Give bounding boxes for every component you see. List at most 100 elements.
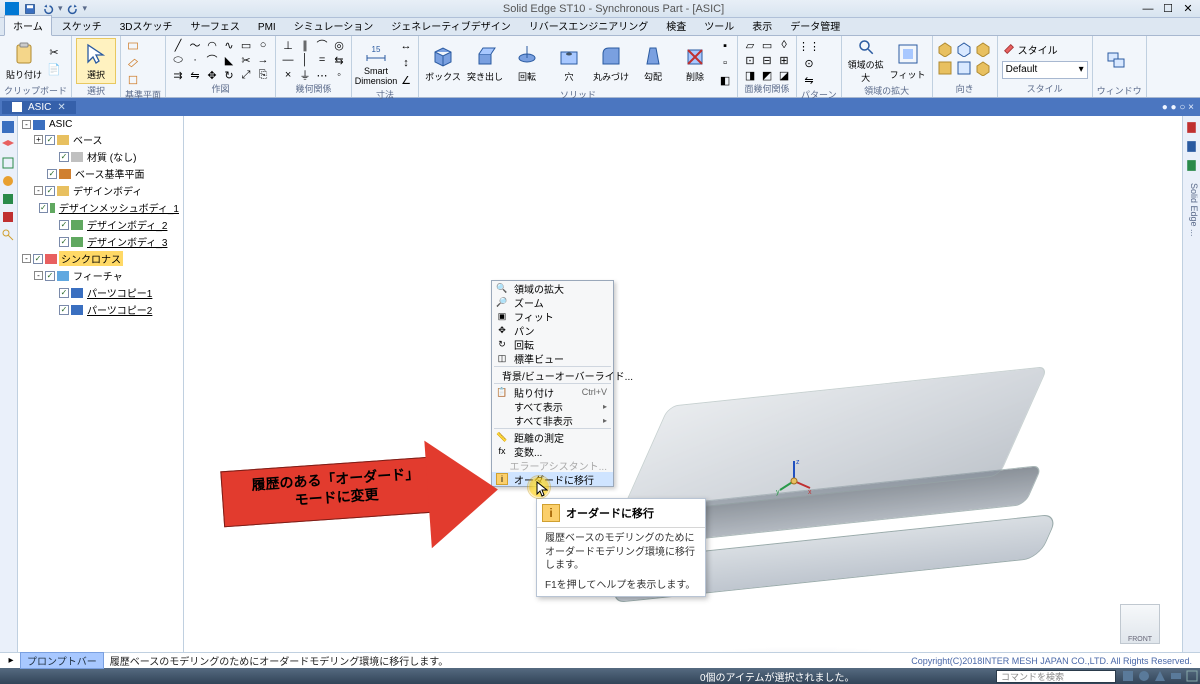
- tree-node[interactable]: -✓シンクロナス: [20, 250, 181, 267]
- circle-icon[interactable]: ○: [255, 38, 271, 52]
- coinc-icon[interactable]: ×: [280, 68, 296, 82]
- sb-icon2[interactable]: [1137, 669, 1151, 683]
- menu-item[interactable]: すべて表示▸: [492, 399, 613, 413]
- copy-icon[interactable]: 📄: [46, 62, 62, 78]
- menu-item[interactable]: ↻回転: [492, 337, 613, 351]
- tree-node[interactable]: ✓パーツコピー2: [20, 301, 181, 318]
- menu-item[interactable]: 📋貼り付けCtrl+V: [492, 385, 613, 399]
- plane2-icon[interactable]: [125, 55, 141, 71]
- tab-data[interactable]: データ管理: [782, 16, 848, 35]
- para-icon[interactable]: ∥: [297, 38, 313, 52]
- tree-node[interactable]: -✓デザインボディ: [20, 182, 181, 199]
- checkbox[interactable]: ✓: [45, 135, 55, 145]
- delete-button[interactable]: 削除: [675, 40, 715, 86]
- checkbox[interactable]: ✓: [39, 203, 48, 213]
- menu-item[interactable]: 📏距離の測定: [492, 430, 613, 444]
- extrude-button[interactable]: 突き出し: [465, 40, 505, 86]
- pat2-icon[interactable]: ⊙: [801, 55, 817, 71]
- fr5-icon[interactable]: ⊟: [759, 53, 775, 67]
- checkbox[interactable]: ✓: [59, 220, 69, 230]
- strip-opt-icon[interactable]: [1, 210, 15, 224]
- arc-icon[interactable]: ◠: [204, 38, 220, 52]
- checkbox[interactable]: ✓: [47, 169, 57, 179]
- offset-icon[interactable]: ⇉: [170, 68, 186, 82]
- or4-icon[interactable]: [937, 61, 953, 75]
- tab-home[interactable]: ホーム: [4, 15, 52, 36]
- rstrip-1-icon[interactable]: [1184, 120, 1199, 135]
- strip-sim-icon[interactable]: [1, 192, 15, 206]
- command-search[interactable]: コマンドを検索: [996, 670, 1116, 683]
- plane3-icon[interactable]: [125, 72, 141, 88]
- plane1-icon[interactable]: [125, 38, 141, 54]
- dim1-icon[interactable]: ↔: [398, 38, 414, 54]
- fr3-icon[interactable]: ◊: [776, 38, 792, 52]
- viewport[interactable]: z x y 🔍領域の拡大🔎ズーム▣フィット✥パン↻回転◫標準ビュー背景/ビューオ…: [184, 116, 1182, 652]
- checkbox[interactable]: ✓: [59, 152, 69, 162]
- fr1-icon[interactable]: ▱: [742, 38, 758, 52]
- fr2-icon[interactable]: ▭: [759, 38, 775, 52]
- strip-feature-icon[interactable]: [1, 120, 15, 134]
- fillet-icon[interactable]: ⌒: [204, 53, 220, 67]
- style-combo[interactable]: Default▾: [1002, 61, 1088, 79]
- move-icon[interactable]: ✥: [204, 68, 220, 82]
- polyline-icon[interactable]: 〜: [187, 38, 203, 52]
- rotate-sk-icon[interactable]: ↻: [221, 68, 237, 82]
- solid-more3-icon[interactable]: ◧: [717, 72, 733, 88]
- strip-select-icon[interactable]: [1, 156, 15, 170]
- close-button[interactable]: ✕: [1180, 1, 1196, 17]
- tab-simulation[interactable]: シミュレーション: [286, 16, 382, 35]
- fr4-icon[interactable]: ⊡: [742, 53, 758, 67]
- tab-tools[interactable]: ツール: [696, 16, 742, 35]
- paste-button[interactable]: 貼り付け: [4, 38, 44, 84]
- menu-item[interactable]: fx変数...: [492, 444, 613, 458]
- tree-node[interactable]: ✓デザインメッシュボディ_1: [20, 199, 181, 216]
- chamfer-icon[interactable]: ◣: [221, 53, 237, 67]
- menu-item[interactable]: 🔍領域の拡大: [492, 281, 613, 295]
- checkbox[interactable]: ✓: [45, 186, 55, 196]
- fix-icon[interactable]: ⏚: [297, 68, 313, 82]
- tab-surface[interactable]: サーフェス: [183, 16, 248, 35]
- sb-icon4[interactable]: [1169, 669, 1183, 683]
- ellipse-icon[interactable]: ⬭: [170, 53, 186, 67]
- strip-layers-icon[interactable]: [1, 138, 15, 152]
- strip-sensor-icon[interactable]: [1, 174, 15, 188]
- smart-dimension-button[interactable]: 15 Smart Dimension: [356, 40, 396, 86]
- dim3-icon[interactable]: ∠: [398, 72, 414, 88]
- spline-icon[interactable]: ∿: [221, 38, 237, 52]
- rstrip-2-icon[interactable]: [1184, 139, 1199, 154]
- checkbox[interactable]: ✓: [45, 271, 55, 281]
- tab-inspect[interactable]: 検査: [658, 16, 694, 35]
- menu-item[interactable]: ▣フィット: [492, 309, 613, 323]
- zoomarea-button[interactable]: 領域の拡大: [846, 38, 886, 84]
- dim2-icon[interactable]: ↕: [398, 55, 414, 71]
- fr9-icon[interactable]: ◪: [776, 68, 792, 82]
- or3-icon[interactable]: [975, 42, 991, 56]
- expand-toggle[interactable]: -: [34, 271, 43, 280]
- pat1-icon[interactable]: ⋮⋮: [801, 38, 817, 54]
- triad-icon[interactable]: z x y: [774, 456, 814, 496]
- redo-icon[interactable]: [65, 1, 81, 17]
- solid-more1-icon[interactable]: ▪: [717, 38, 733, 54]
- project-icon[interactable]: ⎘: [255, 68, 271, 82]
- tab-sketch[interactable]: スケッチ: [54, 16, 110, 35]
- tree-node[interactable]: ✓パーツコピー1: [20, 284, 181, 301]
- or5-icon[interactable]: [956, 61, 972, 75]
- sym-icon[interactable]: ⇆: [331, 53, 347, 67]
- scale-icon[interactable]: ⤢: [238, 68, 254, 82]
- menu-item[interactable]: 🔎ズーム: [492, 295, 613, 309]
- checkbox[interactable]: ✓: [59, 288, 69, 298]
- colin-icon[interactable]: ⋯: [314, 68, 330, 82]
- solid-more2-icon[interactable]: ▫: [717, 55, 733, 71]
- equal-icon[interactable]: =: [314, 53, 330, 67]
- tree-node[interactable]: +✓ベース: [20, 131, 181, 148]
- expand-toggle[interactable]: -: [22, 120, 31, 129]
- tab-view[interactable]: 表示: [744, 16, 780, 35]
- fr6-icon[interactable]: ⊞: [776, 53, 792, 67]
- menu-item[interactable]: iオーダードに移行: [492, 472, 613, 486]
- tangent-icon[interactable]: ⌒: [314, 38, 330, 52]
- menu-item[interactable]: ◫標準ビュー: [492, 351, 613, 365]
- doc-tab-asic[interactable]: ASIC ✕: [2, 101, 76, 114]
- box-button[interactable]: ボックス: [423, 40, 463, 86]
- revolve-button[interactable]: 回転: [507, 40, 547, 86]
- or2-icon[interactable]: [956, 42, 972, 56]
